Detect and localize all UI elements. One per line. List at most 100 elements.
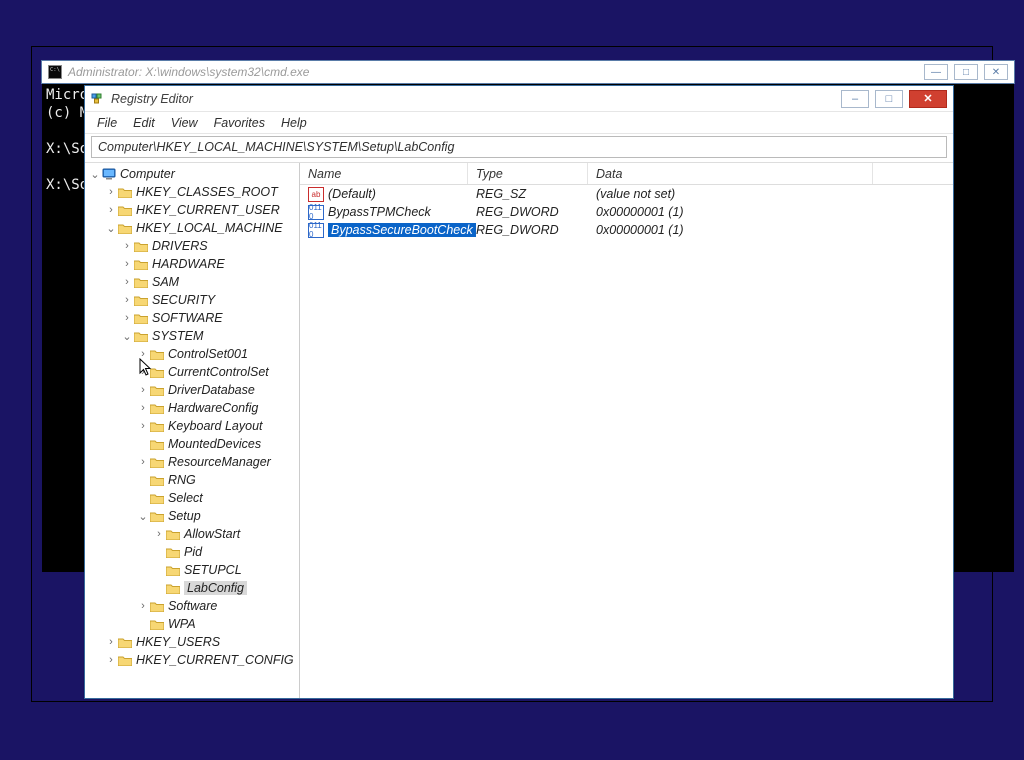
chevron-right-icon[interactable]: ›	[121, 294, 133, 306]
tree-node-hku[interactable]: ›HKEY_USERS	[89, 633, 299, 651]
menu-file[interactable]: File	[97, 116, 117, 130]
tree-node-allowstart[interactable]: ›AllowStart	[89, 525, 299, 543]
list-header[interactable]: Name Type Data	[300, 163, 953, 185]
folder-icon	[118, 655, 132, 666]
chevron-down-icon[interactable]: ⌄	[105, 222, 117, 235]
tree-node-setup[interactable]: ⌄Setup	[89, 507, 299, 525]
dword-value-icon: 011 0	[308, 223, 324, 238]
chevron-right-icon[interactable]: ›	[137, 600, 149, 612]
tree-node-rng[interactable]: RNG	[89, 471, 299, 489]
chevron-right-icon[interactable]: ›	[105, 186, 117, 198]
tree-node-wpa[interactable]: WPA	[89, 615, 299, 633]
menu-view[interactable]: View	[171, 116, 198, 130]
tree-node-computer[interactable]: ⌄Computer	[89, 165, 299, 183]
chevron-down-icon[interactable]: ⌄	[137, 510, 149, 523]
registry-titlebar[interactable]: Registry Editor – □ ✕	[85, 86, 953, 112]
registry-window-title: Registry Editor	[111, 92, 193, 106]
tree-node-keyboardlayout[interactable]: ›Keyboard Layout	[89, 417, 299, 435]
tree-node-hkcc[interactable]: ›HKEY_CURRENT_CONFIG	[89, 651, 299, 669]
registry-list-pane[interactable]: Name Type Data ab(Default)REG_SZ(value n…	[300, 163, 953, 698]
chevron-right-icon[interactable]: ›	[153, 528, 165, 540]
registry-address-bar[interactable]: Computer\HKEY_LOCAL_MACHINE\SYSTEM\Setup…	[91, 136, 947, 158]
folder-icon	[134, 259, 148, 270]
cmd-close-button[interactable]: ✕	[984, 64, 1008, 80]
list-row[interactable]: ab(Default)REG_SZ(value not set)	[300, 185, 953, 203]
column-data[interactable]: Data	[588, 163, 873, 184]
folder-icon	[150, 511, 164, 522]
chevron-right-icon[interactable]: ›	[137, 402, 149, 414]
folder-icon	[166, 565, 180, 576]
cmd-maximize-button[interactable]: □	[954, 64, 978, 80]
registry-maximize-button[interactable]: □	[875, 90, 903, 108]
list-row[interactable]: 011 0BypassTPMCheckREG_DWORD0x00000001 (…	[300, 203, 953, 221]
menu-favorites[interactable]: Favorites	[214, 116, 265, 130]
value-data: (value not set)	[588, 187, 953, 201]
folder-icon	[134, 313, 148, 324]
tree-node-mounteddevices[interactable]: MountedDevices	[89, 435, 299, 453]
folder-icon	[118, 187, 132, 198]
tree-node-controlset001[interactable]: ›ControlSet001	[89, 345, 299, 363]
tree-node-pid[interactable]: Pid	[89, 543, 299, 561]
registry-minimize-button[interactable]: –	[841, 90, 869, 108]
string-value-icon: ab	[308, 187, 324, 202]
chevron-right-icon[interactable]: ›	[105, 654, 117, 666]
menu-edit[interactable]: Edit	[133, 116, 155, 130]
cmd-icon	[48, 65, 62, 79]
tree-node-system[interactable]: ⌄SYSTEM	[89, 327, 299, 345]
value-name: BypassSecureBootCheck	[328, 223, 476, 237]
column-name[interactable]: Name	[300, 163, 468, 184]
tree-node-hklm[interactable]: ⌄HKEY_LOCAL_MACHINE	[89, 219, 299, 237]
tree-node-setupcl[interactable]: SETUPCL	[89, 561, 299, 579]
registry-close-button[interactable]: ✕	[909, 90, 947, 108]
tree-node-driverdatabase[interactable]: ›DriverDatabase	[89, 381, 299, 399]
tree-node-software2[interactable]: ›Software	[89, 597, 299, 615]
folder-icon	[134, 331, 148, 342]
menu-help[interactable]: Help	[281, 116, 307, 130]
folder-icon	[134, 295, 148, 306]
folder-icon	[150, 439, 164, 450]
chevron-right-icon[interactable]: ›	[137, 366, 149, 378]
chevron-down-icon[interactable]: ⌄	[89, 168, 101, 181]
chevron-right-icon[interactable]: ›	[121, 258, 133, 270]
folder-icon	[150, 619, 164, 630]
chevron-right-icon[interactable]: ›	[137, 456, 149, 468]
value-data: 0x00000001 (1)	[588, 223, 953, 237]
list-row[interactable]: 011 0BypassSecureBootCheckREG_DWORD0x000…	[300, 221, 953, 239]
tree-node-hkcu[interactable]: ›HKEY_CURRENT_USER	[89, 201, 299, 219]
chevron-right-icon[interactable]: ›	[121, 312, 133, 324]
registry-editor-window: Registry Editor – □ ✕ File Edit View Fav…	[84, 85, 954, 699]
chevron-right-icon[interactable]: ›	[137, 420, 149, 432]
chevron-right-icon[interactable]: ›	[121, 276, 133, 288]
chevron-right-icon[interactable]: ›	[137, 384, 149, 396]
folder-icon	[150, 475, 164, 486]
tree-node-software[interactable]: ›SOFTWARE	[89, 309, 299, 327]
tree-node-drivers[interactable]: ›DRIVERS	[89, 237, 299, 255]
tree-node-hardwareconfig[interactable]: ›HardwareConfig	[89, 399, 299, 417]
cmd-minimize-button[interactable]: —	[924, 64, 948, 80]
cmd-window-titlebar[interactable]: Administrator: X:\windows\system32\cmd.e…	[41, 60, 1015, 84]
tree-node-resourcemanager[interactable]: ›ResourceManager	[89, 453, 299, 471]
registry-address-text: Computer\HKEY_LOCAL_MACHINE\SYSTEM\Setup…	[98, 140, 454, 154]
registry-menubar: File Edit View Favorites Help	[85, 112, 953, 134]
folder-icon	[118, 205, 132, 216]
cmd-window-title: Administrator: X:\windows\system32\cmd.e…	[68, 65, 309, 79]
tree-node-labconfig[interactable]: LabConfig	[89, 579, 299, 597]
tree-node-hkcr[interactable]: ›HKEY_CLASSES_ROOT	[89, 183, 299, 201]
tree-node-hardware[interactable]: ›HARDWARE	[89, 255, 299, 273]
column-type[interactable]: Type	[468, 163, 588, 184]
registry-tree-pane[interactable]: ⌄Computer ›HKEY_CLASSES_ROOT ›HKEY_CURRE…	[85, 163, 300, 698]
folder-icon	[118, 223, 132, 234]
chevron-right-icon[interactable]: ›	[105, 204, 117, 216]
folder-icon	[150, 385, 164, 396]
tree-node-select[interactable]: Select	[89, 489, 299, 507]
folder-icon	[150, 349, 164, 360]
tree-node-currentcontrolset[interactable]: ›CurrentControlSet	[89, 363, 299, 381]
tree-node-sam[interactable]: ›SAM	[89, 273, 299, 291]
chevron-down-icon[interactable]: ⌄	[121, 330, 133, 343]
chevron-right-icon[interactable]: ›	[121, 240, 133, 252]
folder-icon	[150, 457, 164, 468]
computer-icon	[102, 168, 116, 180]
tree-node-security[interactable]: ›SECURITY	[89, 291, 299, 309]
chevron-right-icon[interactable]: ›	[105, 636, 117, 648]
chevron-right-icon[interactable]: ›	[137, 348, 149, 360]
